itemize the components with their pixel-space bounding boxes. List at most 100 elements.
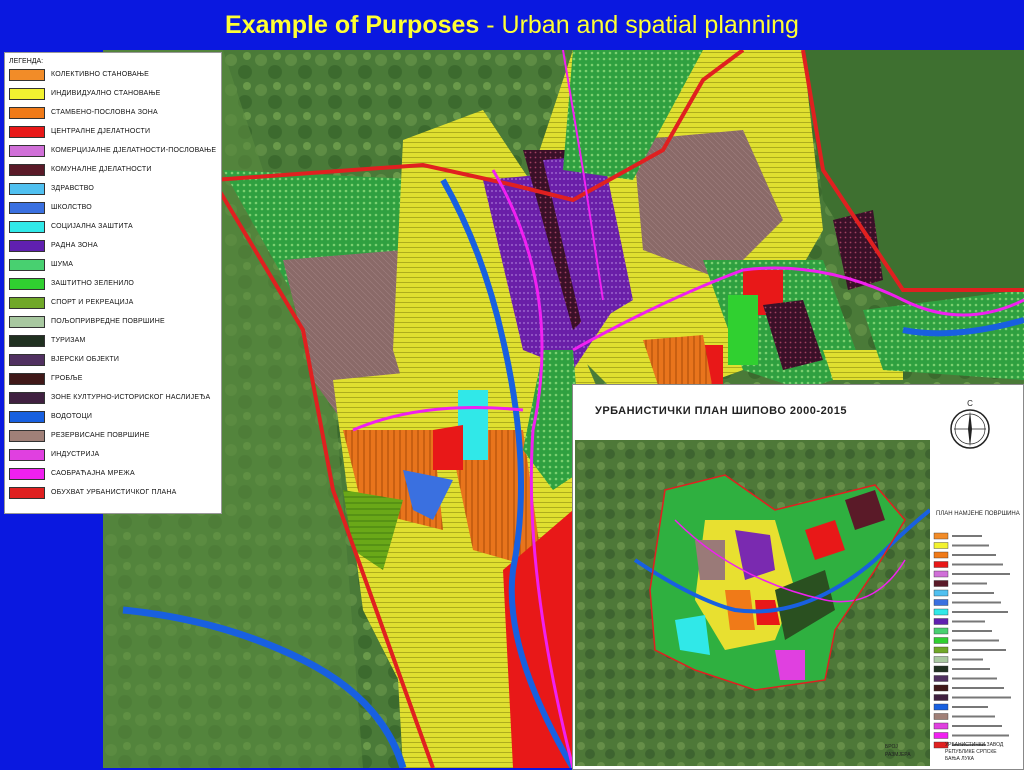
inset-legend-swatch bbox=[933, 722, 949, 730]
legend-label: ЗАШТИТНО ЗЕЛЕНИЛО bbox=[51, 280, 135, 287]
legend-swatch bbox=[9, 486, 45, 499]
inset-legend-text-line bbox=[952, 649, 1006, 651]
legend-swatch bbox=[9, 410, 45, 423]
legend-item: ПОЉОПРИВРЕДНЕ ПОВРШИНЕ bbox=[9, 314, 219, 329]
legend-swatch bbox=[9, 315, 45, 328]
inset-legend-swatch bbox=[933, 637, 949, 644]
legend-label: СТАМБЕНО-ПОСЛОВНА ЗОНА bbox=[51, 109, 158, 116]
inset-legend-text-line bbox=[952, 668, 990, 670]
inset-legend-swatch bbox=[933, 589, 949, 597]
inset-legend-swatch bbox=[933, 570, 949, 578]
legend-item: САОБРАЋАЈНА МРЕЖА bbox=[9, 466, 219, 481]
legend-swatch bbox=[9, 467, 45, 480]
legend-label: САОБРАЋАЈНА МРЕЖА bbox=[51, 470, 135, 477]
legend-item: ВОДОТОЦИ bbox=[9, 409, 219, 424]
compass-letter: С bbox=[967, 399, 973, 408]
legend-item: ВЈЕРСКИ ОБЈЕКТИ bbox=[9, 352, 219, 367]
inset-legend-text-line bbox=[952, 734, 1009, 737]
inset-legend-text-line bbox=[952, 620, 985, 623]
legend-item: ЦЕНТРАЛНЕ ДЈЕЛАТНОСТИ bbox=[9, 124, 219, 139]
legend-swatch bbox=[9, 125, 45, 138]
legend-item: ТУРИЗАМ bbox=[9, 333, 219, 348]
legend-label: СПОРТ И РЕКРЕАЦИЈА bbox=[51, 299, 134, 306]
legend-label: ВОДОТОЦИ bbox=[51, 413, 93, 420]
inset-legend-swatch bbox=[933, 542, 949, 549]
legend-swatch bbox=[9, 220, 45, 233]
legend-label: РЕЗЕРВИСАНЕ ПОВРШИНЕ bbox=[51, 432, 150, 439]
inset-footer-scale: РАЗМЈЕРА bbox=[885, 752, 911, 758]
inset-legend-text-line bbox=[952, 592, 994, 594]
slide-title: Example of Purposes - Urban and spatial … bbox=[225, 11, 799, 40]
legend-item: ИНДУСТРИЈА bbox=[9, 447, 219, 462]
inset-legend-text-line bbox=[952, 677, 997, 680]
legend-item: РАДНА ЗОНА bbox=[9, 238, 219, 253]
legend-item: СПОРТ И РЕКРЕАЦИЈА bbox=[9, 295, 219, 310]
legend-swatch bbox=[9, 448, 45, 461]
legend-label: ШУМА bbox=[51, 261, 74, 268]
legend-item: ШКОЛСТВО bbox=[9, 200, 219, 215]
inset-legend-swatch bbox=[933, 599, 949, 606]
legend-swatch bbox=[9, 163, 45, 176]
legend-label: ЗОНЕ КУЛТУРНО-ИСТОРИСКОГ НАСЛИЈЕЂА bbox=[51, 394, 211, 401]
legend-item: ОБУХВАТ УРБАНИСТИЧКОГ ПЛАНА bbox=[9, 485, 219, 500]
legend-label: СОЦИЈАЛНА ЗАШТИТА bbox=[51, 223, 133, 230]
legend-swatch bbox=[9, 353, 45, 366]
legend-label: КОМУНАЛНЕ ДЈЕЛАТНОСТИ bbox=[51, 166, 152, 173]
inset-legend-swatch bbox=[933, 608, 949, 616]
legend-swatch bbox=[9, 372, 45, 385]
inset-legend-swatch bbox=[933, 694, 949, 701]
legend-swatch bbox=[9, 277, 45, 290]
legend-swatch bbox=[9, 239, 45, 252]
slide-title-bold: Example of Purposes bbox=[225, 10, 480, 39]
inset-legend-swatch bbox=[933, 703, 949, 711]
legend-item: СТАМБЕНО-ПОСЛОВНА ЗОНА bbox=[9, 105, 219, 120]
inset-legend-swatch bbox=[933, 732, 949, 739]
inset-legend bbox=[933, 532, 1011, 749]
legend-item: ШУМА bbox=[9, 257, 219, 272]
inset-legend-text-line bbox=[952, 601, 1001, 604]
legend-label: ШКОЛСТВО bbox=[51, 204, 92, 211]
inset-legend-text-line bbox=[952, 544, 989, 547]
legend-item: КОМЕРЦИЈАЛНЕ ДЈЕЛАТНОСТИ-ПОСЛОВАЊЕ bbox=[9, 143, 219, 158]
inset-legend-swatch bbox=[933, 618, 949, 625]
inset-legend-swatch bbox=[933, 646, 949, 654]
legend-item: СОЦИЈАЛНА ЗАШТИТА bbox=[9, 219, 219, 234]
legend-swatch bbox=[9, 201, 45, 214]
legend-swatch bbox=[9, 68, 45, 81]
legend-swatch bbox=[9, 258, 45, 271]
inset-legend-text-line bbox=[952, 611, 1008, 613]
legend-label: РАДНА ЗОНА bbox=[51, 242, 98, 249]
inset-legend-text-line bbox=[952, 563, 1003, 566]
inset-legend-text-line bbox=[952, 573, 1010, 575]
legend-swatch bbox=[9, 106, 45, 119]
legend-item: ЗДРАВСТВО bbox=[9, 181, 219, 196]
inset-legend-swatch bbox=[933, 561, 949, 568]
legend-label: ВЈЕРСКИ ОБЈЕКТИ bbox=[51, 356, 120, 363]
inset-legend-text-line bbox=[952, 639, 999, 642]
inset-legend-text-line bbox=[952, 554, 996, 556]
legend-item: ЗОНЕ КУЛТУРНО-ИСТОРИСКОГ НАСЛИЈЕЂА bbox=[9, 390, 219, 405]
map-legend: ЛЕГЕНДА: КОЛЕКТИВНО СТАНОВАЊЕ ИНДИВИДУАЛН… bbox=[4, 52, 222, 514]
inset-legend-swatch bbox=[933, 675, 949, 682]
inset-legend-swatch bbox=[933, 532, 949, 540]
legend-item: РЕЗЕРВИСАНЕ ПОВРШИНЕ bbox=[9, 428, 219, 443]
legend-label: ЗДРАВСТВО bbox=[51, 185, 95, 192]
legend-label: КОМЕРЦИЈАЛНЕ ДЈЕЛАТНОСТИ-ПОСЛОВАЊЕ bbox=[51, 147, 217, 154]
legend-label: ПОЉОПРИВРЕДНЕ ПОВРШИНЕ bbox=[51, 318, 165, 325]
inset-footer-city: БАЊА ЛУКА bbox=[945, 756, 974, 762]
inset-legend-text-line bbox=[952, 582, 987, 585]
legend-title: ЛЕГЕНДА: bbox=[9, 58, 44, 65]
inset-legend-text-line bbox=[952, 725, 1002, 727]
legend-item: ЗАШТИТНО ЗЕЛЕНИЛО bbox=[9, 276, 219, 291]
legend-swatch bbox=[9, 144, 45, 157]
legend-item: ИНДИВИДУАЛНО СТАНОВАЊЕ bbox=[9, 86, 219, 101]
legend-swatch bbox=[9, 296, 45, 309]
legend-item: ГРОБЉЕ bbox=[9, 371, 219, 386]
inset-legend-text-line bbox=[952, 715, 995, 718]
inset-legend-text-line bbox=[952, 687, 1004, 689]
legend-swatch bbox=[9, 182, 45, 195]
inset-legend-swatch bbox=[933, 580, 949, 587]
legend-swatch bbox=[9, 334, 45, 347]
legend-label: КОЛЕКТИВНО СТАНОВАЊЕ bbox=[51, 71, 150, 78]
inset-legend-text-line bbox=[952, 535, 982, 537]
